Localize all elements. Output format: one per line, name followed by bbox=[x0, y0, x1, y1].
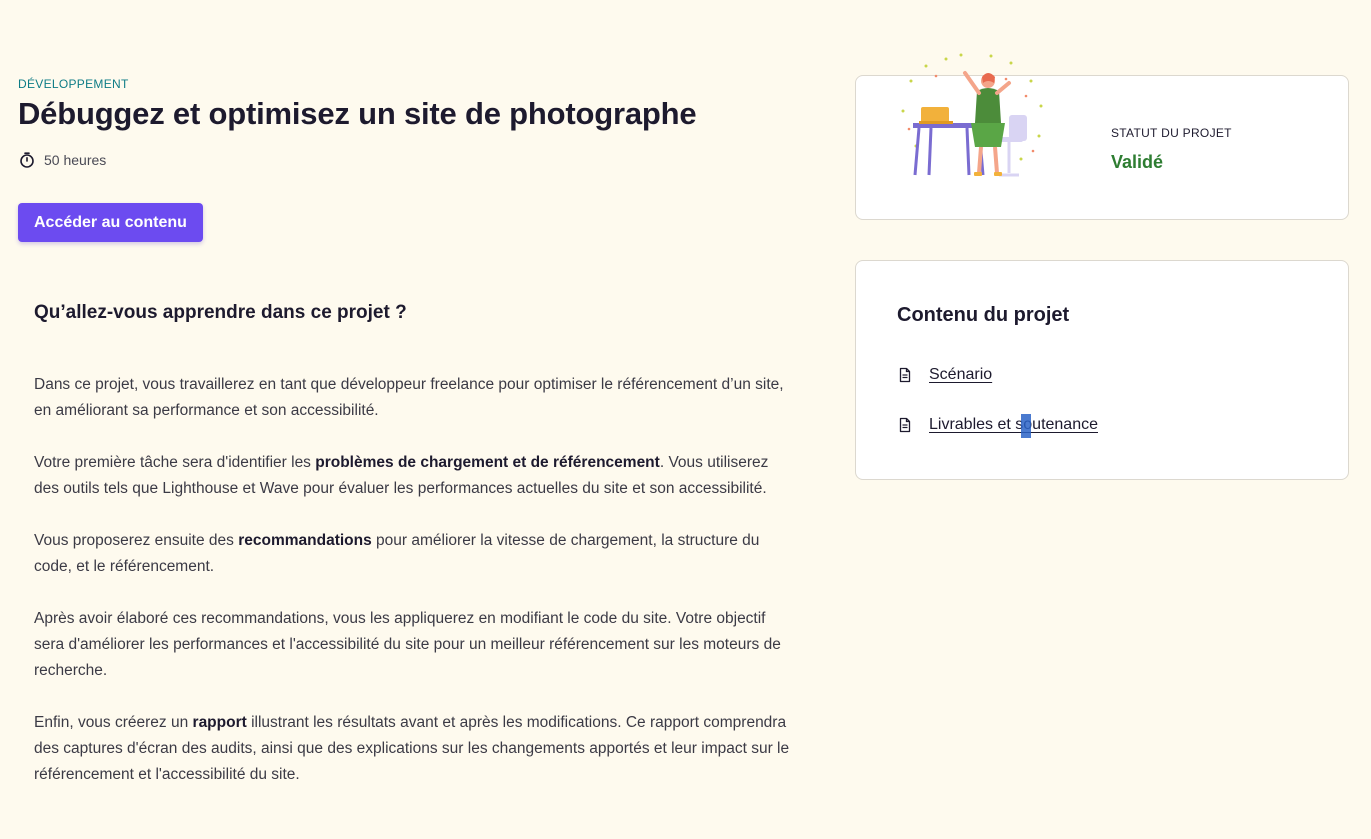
text-selection-highlight bbox=[1021, 414, 1031, 438]
contents-heading: Contenu du projet bbox=[897, 304, 1070, 326]
description-paragraph: Votre première tâche sera d'identifier l… bbox=[34, 454, 769, 497]
description-paragraph: Après avoir élaboré ces recommandations,… bbox=[34, 610, 781, 679]
project-category: DÉVELOPPEMENT bbox=[18, 77, 129, 91]
document-icon bbox=[897, 417, 913, 433]
project-status-card: STATUT DU PROJET Validé bbox=[855, 53, 1349, 220]
description-paragraph: Vous proposerez ensuite des recommandati… bbox=[34, 532, 760, 575]
description-paragraph: Dans ce projet, vous travaillerez en tan… bbox=[34, 376, 784, 419]
content-link-label: Scénario bbox=[929, 366, 993, 383]
content-link-scenario[interactable]: Scénario bbox=[897, 366, 992, 384]
page-title: Débuggez et optimisez un site de photogr… bbox=[18, 96, 697, 131]
access-content-button[interactable]: Accéder au contenu bbox=[18, 203, 203, 242]
project-description: Dans ce projet, vous travaillerez en tan… bbox=[34, 372, 794, 814]
celebration-illustration bbox=[891, 51, 1051, 181]
description-paragraph: Enfin, vous créerez un rapport illustran… bbox=[34, 714, 790, 783]
stopwatch-icon bbox=[18, 151, 36, 169]
duration-label: 50 heures bbox=[44, 152, 107, 168]
status-value: Validé bbox=[1111, 152, 1164, 172]
project-contents-card: Contenu du projet Scénario Livrables et … bbox=[855, 260, 1349, 480]
project-page: DÉVELOPPEMENT Débuggez et optimisez un s… bbox=[0, 0, 1371, 839]
status-label: STATUT DU PROJET bbox=[1111, 126, 1232, 140]
content-link-deliverables[interactable]: Livrables et soutenance bbox=[897, 416, 1098, 434]
learn-heading: Qu’allez-vous apprendre dans ce projet ? bbox=[34, 302, 407, 323]
document-icon bbox=[897, 367, 913, 383]
content-link-label: Livrables et soutenance bbox=[929, 416, 1098, 433]
project-duration: 50 heures bbox=[18, 151, 106, 169]
